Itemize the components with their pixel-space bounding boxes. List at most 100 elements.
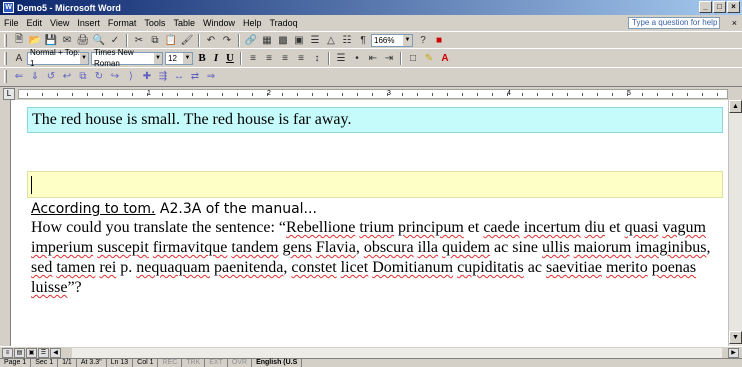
segment-expand-icon[interactable]: ⇒	[203, 70, 219, 84]
new-document-icon[interactable]: 🗎	[11, 33, 27, 47]
insert-table-icon[interactable]: ▩	[275, 33, 291, 47]
misspelled-word[interactable]: trium	[359, 219, 394, 236]
highlight-icon[interactable]: ✎	[421, 51, 437, 65]
tradoq-icon[interactable]: ■	[431, 33, 447, 47]
segment-next-icon[interactable]: ↪	[107, 70, 123, 84]
segment-restore-icon[interactable]: ↻	[91, 70, 107, 84]
print-preview-icon[interactable]: 🔍	[91, 33, 107, 47]
zoom-select[interactable]: 166% ▼	[371, 33, 413, 47]
styles-icon[interactable]: A	[11, 51, 27, 65]
paste-icon[interactable]: 📋	[163, 33, 179, 47]
chevron-down-icon[interactable]: ▼	[154, 52, 162, 64]
drawing-icon[interactable]: △	[323, 33, 339, 47]
scroll-right-icon[interactable]: ▶	[728, 348, 739, 358]
misspelled-word[interactable]: diu	[585, 219, 605, 236]
chevron-down-icon[interactable]: ▼	[80, 52, 88, 64]
scroll-up-icon[interactable]: ▲	[729, 100, 742, 113]
maximize-button[interactable]: □	[713, 1, 726, 13]
misspelled-word[interactable]: Domitianum	[372, 259, 453, 276]
underline-icon[interactable]: U	[223, 52, 237, 64]
misspelled-word[interactable]: obscura	[364, 239, 414, 256]
misspelled-word[interactable]: quasi	[625, 219, 659, 236]
segment-split-icon[interactable]: ↔	[171, 70, 187, 84]
increase-indent-icon[interactable]: ⇥	[381, 51, 397, 65]
misspelled-word[interactable]: licet	[341, 259, 369, 276]
segment-start-icon[interactable]: ⇐	[11, 70, 27, 84]
numbering-icon[interactable]: ☰	[333, 51, 349, 65]
scroll-left-icon[interactable]: ◀	[50, 348, 61, 358]
spelling-icon[interactable]: ✓	[107, 33, 123, 47]
style-select[interactable]: Normal + Top: 1 ▼	[27, 49, 89, 67]
segment-merge-icon[interactable]: ⇶	[155, 70, 171, 84]
misspelled-word[interactable]: saevitiae	[546, 259, 602, 276]
misspelled-word[interactable]: principum	[398, 219, 464, 236]
misspelled-word[interactable]: quidem	[442, 239, 490, 256]
permission-icon[interactable]: ✉	[59, 33, 75, 47]
minimize-button[interactable]: _	[699, 1, 712, 13]
misspelled-word[interactable]: illa	[418, 239, 438, 256]
web-view-icon[interactable]: ▤	[14, 348, 25, 358]
tab-selector-icon[interactable]: L	[3, 88, 15, 100]
menu-table[interactable]: Table	[169, 18, 199, 28]
menu-view[interactable]: View	[46, 18, 73, 28]
misspelled-word[interactable]: rei	[99, 259, 116, 276]
horizontal-scroll-track[interactable]	[72, 348, 722, 358]
misspelled-word[interactable]: imperium	[31, 239, 93, 256]
columns-icon[interactable]: ☰	[307, 33, 323, 47]
status-item[interactable]: OVR	[228, 359, 253, 367]
misspelled-word[interactable]: vagum	[662, 219, 706, 236]
menu-window[interactable]: Window	[199, 18, 239, 28]
copy-icon[interactable]: ⧉	[147, 33, 163, 47]
help-icon[interactable]: ?	[415, 33, 431, 47]
misspelled-word[interactable]: firmavitque	[153, 239, 228, 256]
horizontal-ruler[interactable]: L 1 2 3 4 5	[0, 86, 742, 100]
menu-insert[interactable]: Insert	[73, 18, 104, 28]
status-item[interactable]: English (U.S	[252, 359, 303, 367]
font-size-select[interactable]: 12 ▼	[165, 51, 193, 65]
font-color-icon[interactable]: A	[437, 51, 453, 65]
chevron-down-icon[interactable]: ▼	[403, 34, 412, 46]
misspelled-word[interactable]: luisse	[31, 279, 67, 296]
ask-question-input[interactable]: Type a question for help	[628, 17, 720, 29]
open-folder-icon[interactable]: 📂	[27, 33, 43, 47]
hyperlink-icon[interactable]: 🔗	[243, 33, 259, 47]
misspelled-word[interactable]: suscepit	[97, 239, 149, 256]
line-spacing-icon[interactable]: ↕	[309, 51, 325, 65]
print-view-icon[interactable]: ▣	[26, 348, 37, 358]
misspelled-word[interactable]: Flavia	[316, 239, 356, 256]
show-hide-icon[interactable]: ¶	[355, 33, 371, 47]
misspelled-word[interactable]: poenas	[652, 259, 696, 276]
misspelled-word[interactable]: merito	[606, 259, 648, 276]
misspelled-word[interactable]: cupiditatis	[457, 259, 524, 276]
segment-back-icon[interactable]: ↺	[43, 70, 59, 84]
outline-view-icon[interactable]: ☰	[38, 348, 49, 358]
segment-close-icon[interactable]: ⟩	[123, 70, 139, 84]
italic-icon[interactable]: I	[209, 52, 223, 64]
borders-icon[interactable]: □	[405, 51, 421, 65]
misspelled-word[interactable]: gens	[283, 239, 312, 256]
font-select[interactable]: Times New Roman ▼	[91, 49, 163, 67]
print-icon[interactable]: 🖨	[75, 33, 91, 47]
toolbar-grip[interactable]	[4, 70, 7, 83]
vertical-scrollbar[interactable]: ▲ ▼	[728, 100, 742, 346]
menu-file[interactable]: File	[0, 18, 23, 28]
status-item[interactable]: TRK	[182, 359, 206, 367]
close-button[interactable]: ×	[727, 1, 740, 13]
toolbar-grip[interactable]	[4, 33, 7, 47]
bullets-icon[interactable]: •	[349, 51, 365, 65]
menu-tools[interactable]: Tools	[140, 18, 169, 28]
align-center-icon[interactable]: ≡	[261, 51, 277, 65]
status-item[interactable]: REC	[158, 359, 183, 367]
document-area[interactable]: The red house is small. The red house is…	[10, 100, 728, 346]
save-icon[interactable]: 💾	[43, 33, 59, 47]
align-left-icon[interactable]: ≡	[245, 51, 261, 65]
document-map-icon[interactable]: ☷	[339, 33, 355, 47]
chevron-down-icon[interactable]: ▼	[183, 52, 192, 64]
horizontal-scrollbar[interactable]: ≡ ▤ ▣ ☰ ◀ ▶	[0, 346, 742, 358]
misspelled-word[interactable]: nequaquam	[136, 259, 210, 276]
format-painter-icon[interactable]: 🖌	[179, 33, 195, 47]
decrease-indent-icon[interactable]: ⇤	[365, 51, 381, 65]
misspelled-word[interactable]: constet	[291, 259, 336, 276]
misspelled-word[interactable]: Rebellione	[286, 219, 355, 236]
misspelled-word[interactable]: tamen	[56, 259, 95, 276]
